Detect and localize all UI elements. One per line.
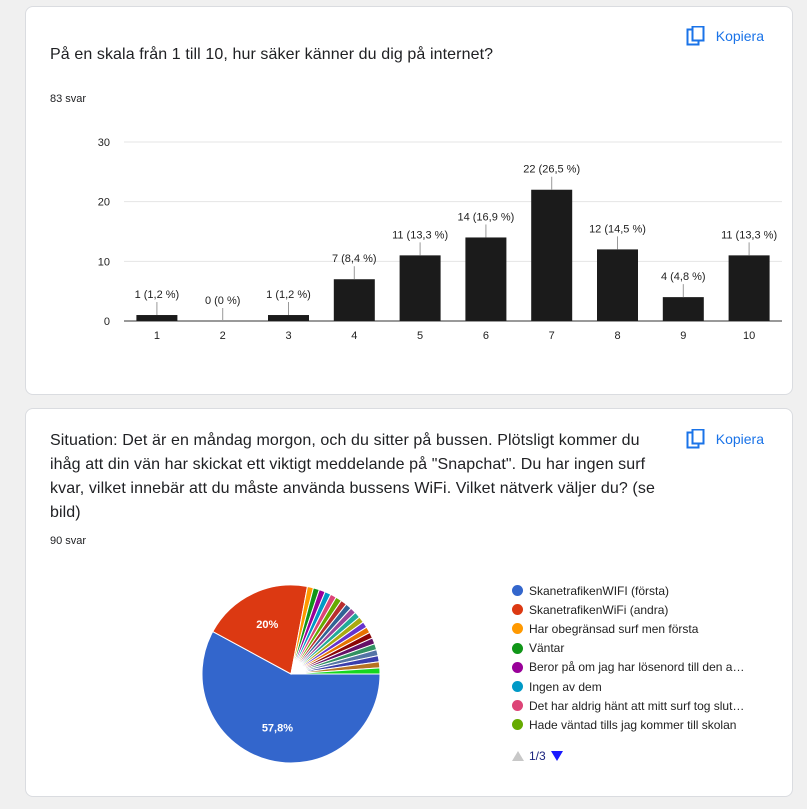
- x-tick-label: 7: [549, 330, 555, 342]
- legend-swatch: [512, 604, 523, 616]
- x-tick-label: 3: [285, 330, 291, 342]
- y-tick-label: 10: [98, 256, 110, 268]
- legend-item: SkanetrafikenWIFI (första): [512, 581, 744, 600]
- question-card-security-scale: På en skala från 1 till 10, hur säker kä…: [25, 6, 793, 395]
- x-tick-label: 10: [743, 330, 755, 342]
- data-label: 1 (1,2 %): [266, 289, 311, 301]
- bar: [728, 255, 770, 321]
- legend-item: Det har aldrig hänt att mitt surf tog sl…: [512, 696, 744, 715]
- legend-item: Hade väntad tills jag kommer till skolan: [512, 715, 744, 734]
- legend-label: Har obegränsad surf men första: [529, 621, 699, 636]
- bar: [465, 237, 507, 321]
- y-tick-label: 30: [98, 137, 110, 149]
- legend-swatch: [512, 585, 523, 597]
- question-card-bus-wifi: Situation: Det är en måndag morgon, och …: [25, 408, 793, 797]
- legend-label: SkanetrafikenWiFi (andra): [529, 602, 669, 617]
- legend-label: Det har aldrig hänt att mitt surf tog sl…: [529, 698, 745, 713]
- legend-label: SkanetrafikenWIFI (första): [529, 583, 670, 598]
- data-label: 11 (13,3 %): [721, 229, 777, 241]
- legend-item: SkanetrafikenWiFi (andra): [512, 600, 744, 619]
- bar: [399, 255, 441, 321]
- copy-icon: [686, 429, 705, 449]
- legend-swatch: [512, 623, 523, 635]
- x-tick-label: 4: [351, 330, 357, 342]
- x-tick-label: 2: [220, 330, 226, 342]
- legend-label: Väntar: [529, 641, 565, 656]
- data-label: 1 (1,2 %): [135, 289, 180, 301]
- data-label: 14 (16,9 %): [457, 211, 514, 223]
- legend-swatch: [512, 681, 523, 693]
- x-tick-label: 1: [154, 330, 160, 342]
- pie-legend: SkanetrafikenWIFI (första) SkanetrafikenW…: [512, 581, 744, 735]
- data-label: 4 (4,8 %): [661, 271, 706, 283]
- pager-next-icon[interactable]: [550, 751, 563, 761]
- copy-button[interactable]: Kopiera: [686, 429, 764, 449]
- y-tick-label: 0: [104, 316, 110, 328]
- data-label: 7 (8,4 %): [332, 253, 377, 265]
- bar: [597, 249, 638, 321]
- bar: [268, 315, 309, 321]
- legend-item: Ingen av dem: [512, 677, 744, 696]
- legend-pager: 1/3: [512, 749, 563, 763]
- x-tick-label: 8: [614, 330, 620, 342]
- data-label: 0 (0 %): [205, 295, 240, 307]
- legend-label: Beror på om jag har lösenord till den a…: [529, 660, 745, 675]
- legend-swatch: [512, 661, 523, 673]
- x-tick-label: 5: [417, 330, 423, 342]
- pager-prev-icon[interactable]: [512, 751, 524, 761]
- legend-item: Har obegränsad surf men första: [512, 619, 744, 638]
- legend-item: Beror på om jag har lösenord till den a…: [512, 658, 744, 677]
- copy-button-label: Kopiera: [715, 431, 764, 447]
- data-label: 12 (14,5 %): [589, 223, 646, 235]
- x-tick-label: 9: [680, 330, 686, 342]
- legend-label: Hade väntad tills jag kommer till skolan: [529, 717, 737, 732]
- bar: [662, 297, 704, 321]
- pager-label: 1/3: [529, 749, 546, 763]
- pie-chart: 57,8% 20%: [201, 584, 381, 764]
- bar: [136, 315, 178, 321]
- bar: [333, 279, 375, 321]
- data-label: 22 (26,5 %): [523, 164, 580, 176]
- slice-label: 20%: [256, 619, 278, 631]
- legend-swatch: [512, 719, 523, 731]
- legend-swatch: [512, 642, 523, 654]
- x-tick-label: 6: [483, 330, 489, 342]
- bar: [531, 189, 573, 321]
- y-tick-label: 20: [98, 197, 110, 209]
- data-label: 11 (13,3 %): [392, 229, 448, 241]
- bar-chart: 0 10 20 30 1 (1,2 %) 1 0 (0 %) 2 1 (1,2 %) 3 7 (8,…: [98, 137, 782, 342]
- legend-swatch: [512, 700, 523, 712]
- slice-label: 57,8%: [262, 722, 293, 734]
- legend-item: Väntar: [512, 639, 744, 658]
- legend-label: Ingen av dem: [529, 679, 602, 694]
